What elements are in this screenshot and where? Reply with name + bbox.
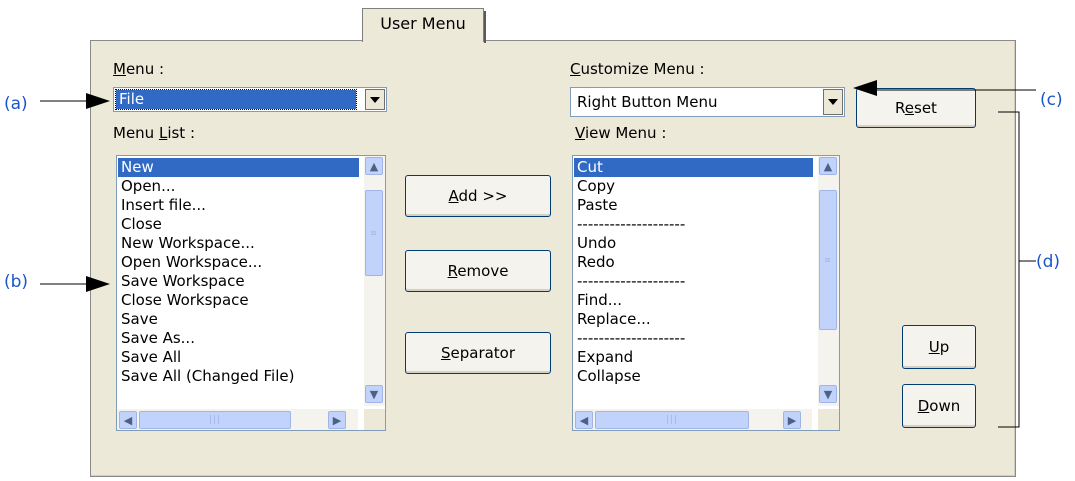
tab-user-menu[interactable]: User Menu xyxy=(362,8,486,43)
bracket-d xyxy=(998,111,1020,428)
arrow-a-icon xyxy=(86,93,110,109)
annotation-lines xyxy=(40,80,1036,428)
arrow-b-icon xyxy=(86,276,110,292)
arrow-c-icon xyxy=(853,80,877,96)
